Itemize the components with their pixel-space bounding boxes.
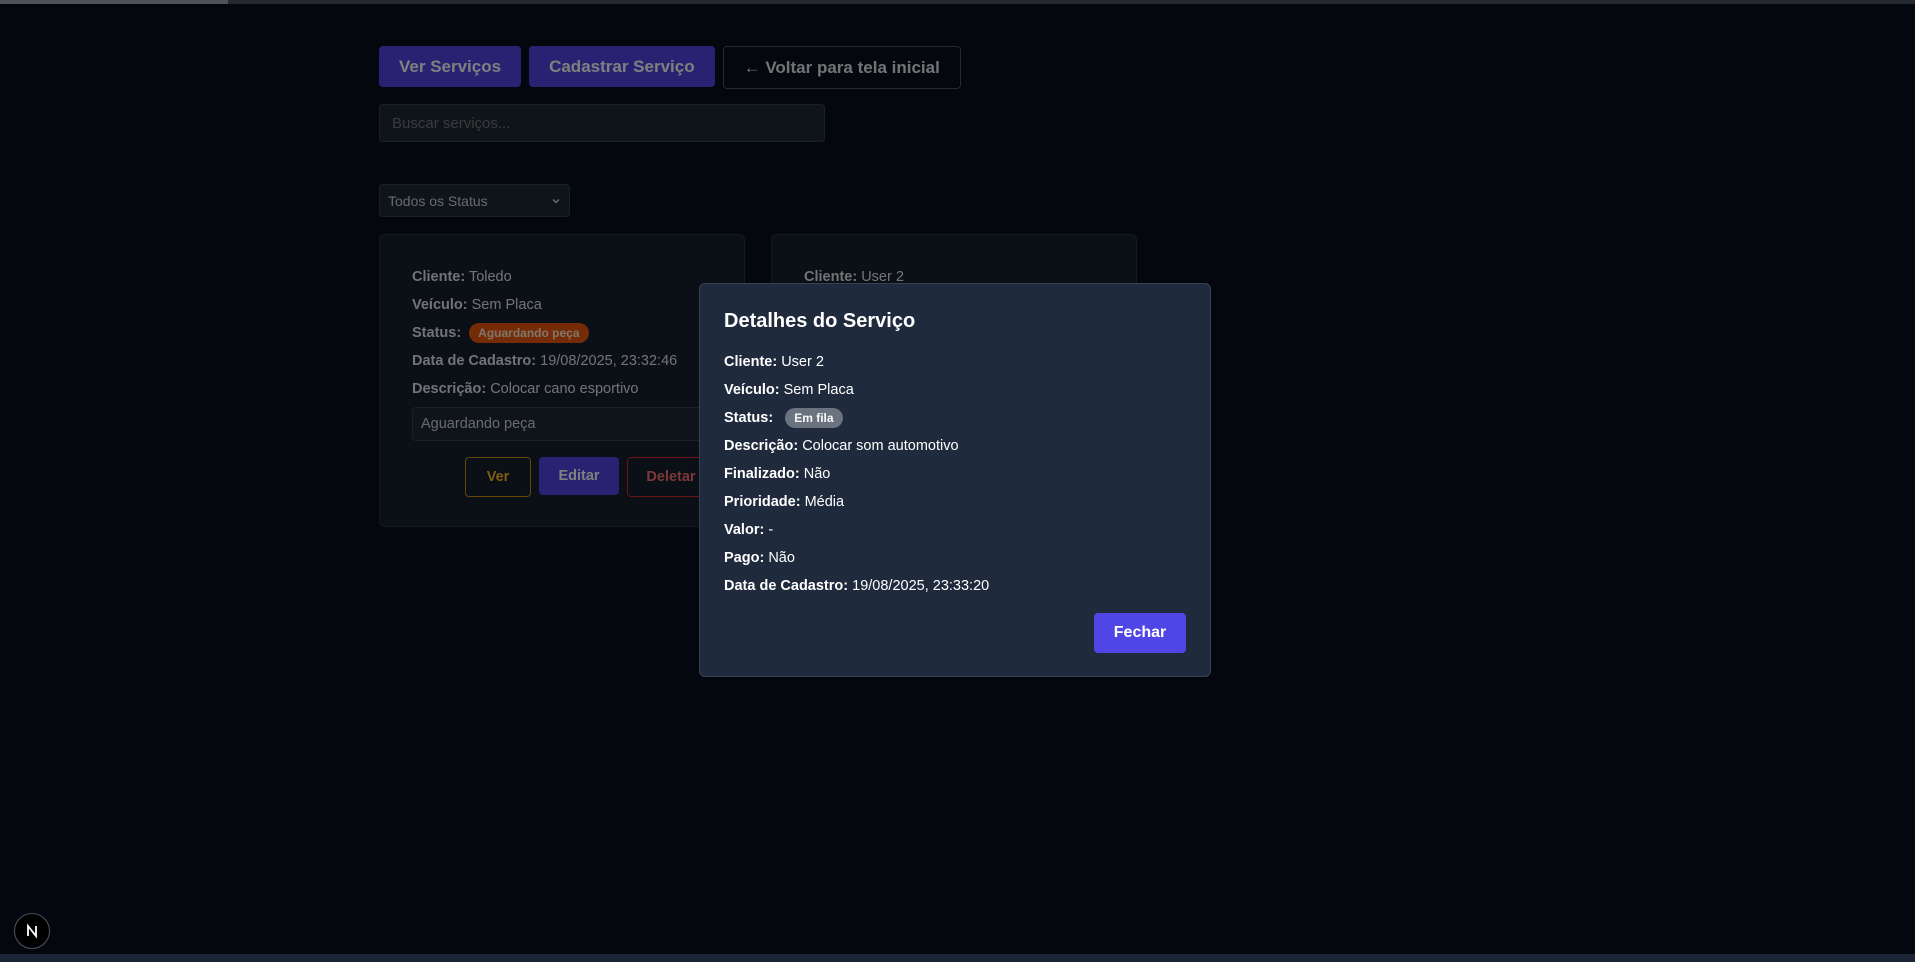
nextjs-logo-icon[interactable] [14,913,50,949]
modal-priority-row: Prioridade: Média [724,494,845,510]
modal-paid-row: Pago: Não [724,550,795,566]
modal-value-row: Valor: - [724,522,774,538]
modal-date-row: Data de Cadastro: 19/08/2025, 23:33:20 [724,578,990,594]
modal-finished-row: Finalizado: Não [724,466,831,482]
modal-title: Detalhes do Serviço [724,310,916,332]
modal-status-row: Status: Em fila [724,408,843,428]
close-button[interactable]: Fechar [1094,613,1186,653]
bottom-bar [0,954,1915,962]
modal-vehicle-row: Veículo: Sem Placa [724,382,854,398]
service-details-modal: Detalhes do Serviço Cliente: User 2 Veíc… [699,283,1211,677]
modal-client-row: Cliente: User 2 [724,354,824,370]
modal-description-row: Descrição: Colocar som automotivo [724,438,959,454]
status-badge: Em fila [785,408,843,428]
